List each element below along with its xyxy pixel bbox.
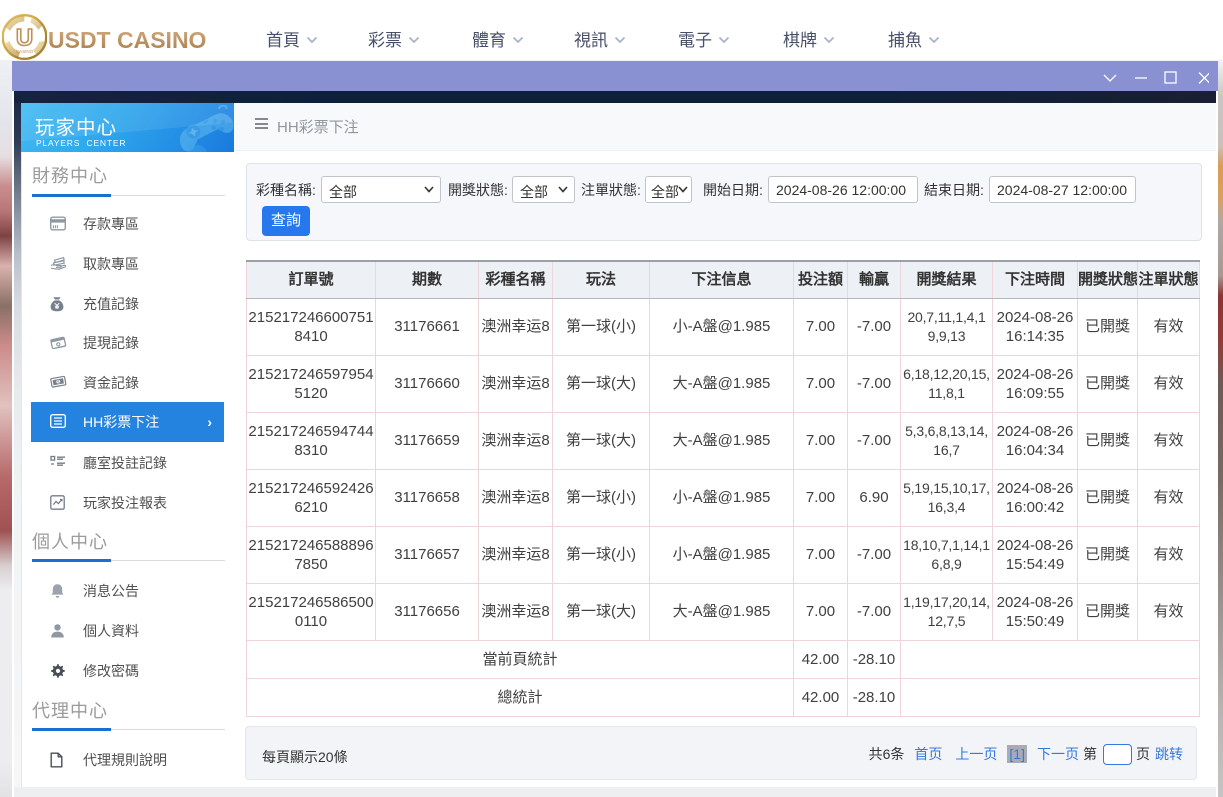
svg-text:CASINO: CASINO	[16, 49, 34, 54]
svg-text:U: U	[16, 25, 33, 52]
